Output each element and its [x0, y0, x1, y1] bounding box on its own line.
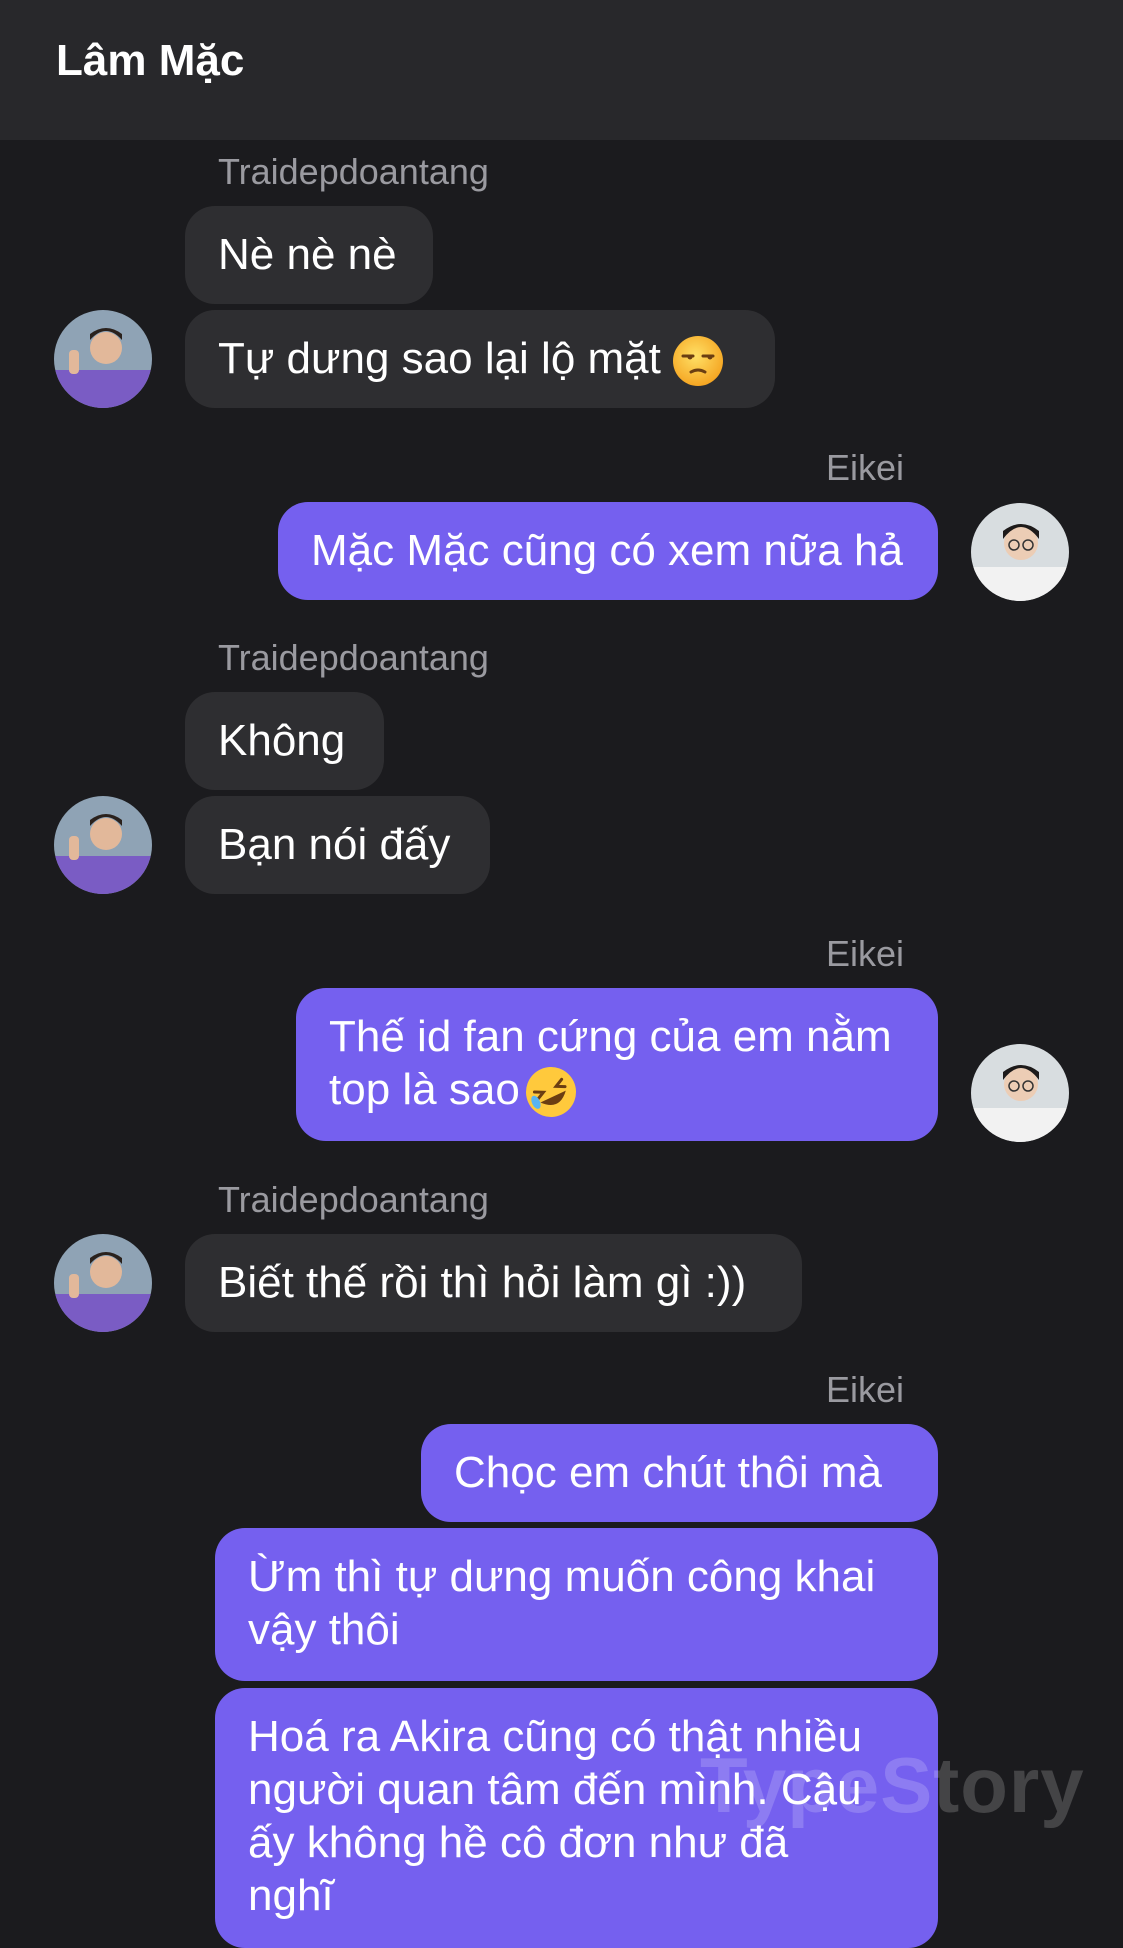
message-text-line: top là sao	[329, 1063, 905, 1119]
message-bubble-outgoing[interactable]: Ừm thì tự dưng muốn công khai vậy thôi	[215, 1528, 938, 1681]
contact-avatar[interactable]	[54, 310, 152, 408]
sender-name: Traidepdoantang	[218, 151, 489, 192]
sender-name: Traidepdoantang	[218, 637, 489, 678]
message-text: Biết thế rồi thì hỏi làm gì :))	[218, 1258, 747, 1307]
avatar-image	[54, 1234, 152, 1332]
message-bubble-incoming[interactable]: Nè nè nè	[185, 206, 433, 304]
message-text-line: Hoá ra Akira cũng có thật nhiều	[248, 1712, 862, 1761]
message-text-line: ấy không hề cô đơn như đã	[248, 1818, 789, 1867]
user-avatar[interactable]	[971, 503, 1069, 601]
message-text-line: nghĩ	[248, 1871, 334, 1920]
message-text-line: vậy thôi	[248, 1605, 400, 1654]
message-bubble-outgoing[interactable]: Mặc Mặc cũng có xem nữa hả	[278, 502, 938, 600]
message-bubble-incoming[interactable]: Biết thế rồi thì hỏi làm gì :))	[185, 1234, 802, 1332]
message-text: Mặc Mặc cũng có xem nữa hả	[311, 526, 903, 575]
contact-avatar[interactable]	[54, 796, 152, 894]
chat-header: Lâm Mặc	[0, 0, 1123, 140]
contact-avatar[interactable]	[54, 1234, 152, 1332]
message-text-line: Thế id fan cứng của em nằm	[329, 1012, 892, 1061]
avatar-image	[54, 796, 152, 894]
message-text: Nè nè nè	[218, 230, 397, 279]
message-text-line: Ừm thì tự dưng muốn công khai	[248, 1552, 876, 1601]
avatar-image	[971, 503, 1069, 601]
message-text-line: người quan tâm đến mình. Cậu	[248, 1765, 862, 1814]
rolling-laughing-emoji-icon	[525, 1067, 576, 1118]
message-bubble-incoming[interactable]: Tự dưng sao lại lộ mặt	[185, 310, 775, 408]
message-text: Bạn nói đấy	[218, 820, 451, 869]
chat-title[interactable]: Lâm Mặc	[56, 36, 244, 86]
message-bubble-outgoing[interactable]: Thế id fan cứng của em nằm top là sao	[296, 988, 938, 1141]
message-bubble-incoming[interactable]: Không	[185, 692, 384, 790]
avatar-image	[54, 310, 152, 408]
sender-name: Eikei	[825, 447, 904, 488]
user-avatar[interactable]	[971, 1044, 1069, 1142]
unamused-face-emoji-icon	[672, 336, 723, 387]
message-text: Chọc em chút thôi mà	[454, 1448, 882, 1497]
sender-name: Traidepdoantang	[218, 1179, 489, 1220]
message-bubble-outgoing[interactable]: Chọc em chút thôi mà	[421, 1424, 938, 1522]
message-bubble-outgoing[interactable]: Hoá ra Akira cũng có thật nhiều người qu…	[215, 1688, 938, 1948]
message-text: Tự dưng sao lại lộ mặt	[218, 334, 661, 383]
sender-name: Eikei	[825, 1369, 904, 1410]
message-bubble-incoming[interactable]: Bạn nói đấy	[185, 796, 490, 894]
message-text: Không	[218, 716, 346, 765]
sender-name: Eikei	[825, 933, 904, 974]
avatar-image	[971, 1044, 1069, 1142]
